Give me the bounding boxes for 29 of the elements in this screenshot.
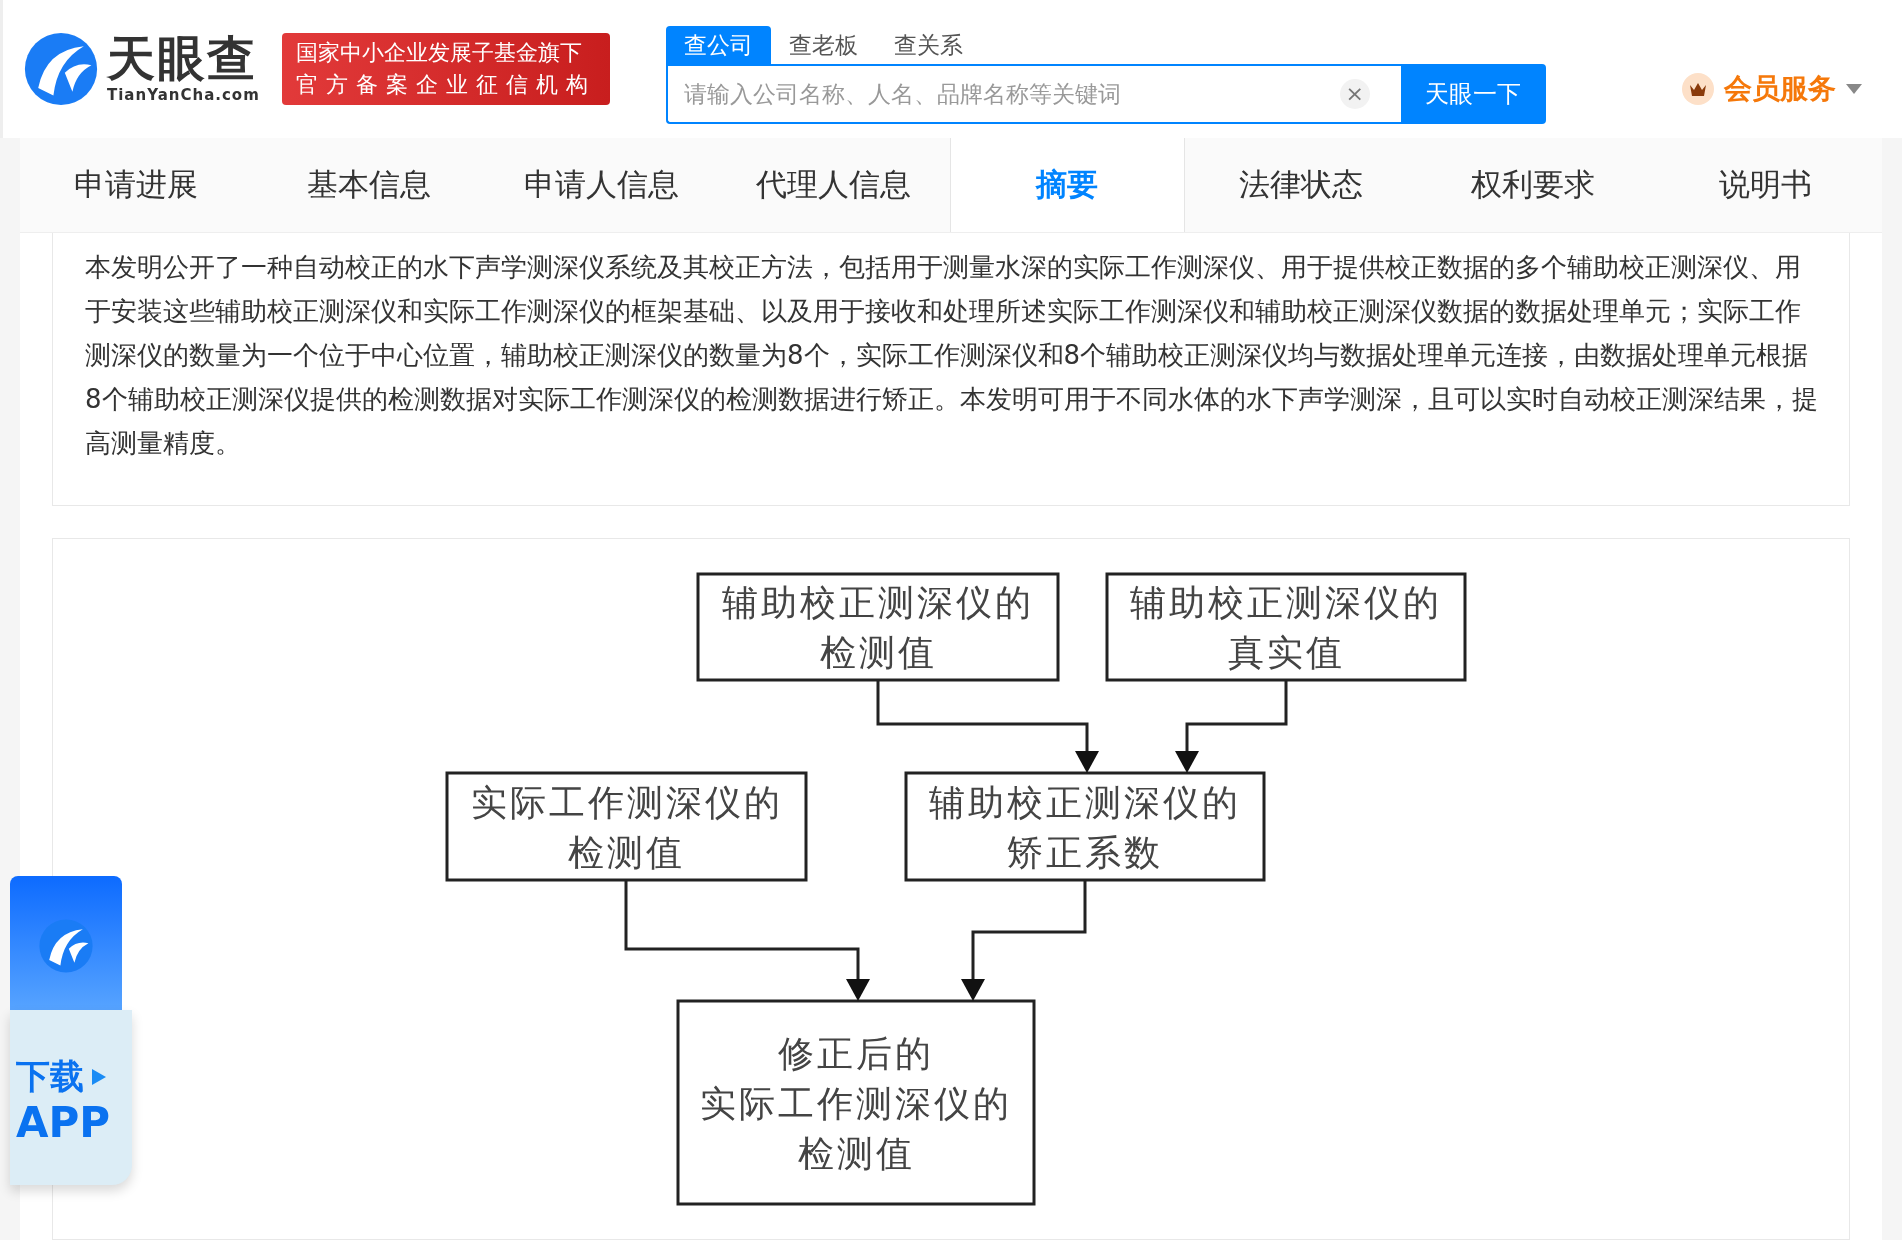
logo-text: 天眼查 xyxy=(107,34,258,82)
crown-icon xyxy=(1682,73,1714,105)
flow-node: 辅助校正测深仪的 矫正系数 xyxy=(904,771,1266,882)
flow-node: 实际工作测深仪的 检测值 xyxy=(445,771,808,882)
badge: 国家中小企业发展子基金旗下 官方备案企业征信机构 xyxy=(281,33,610,105)
download-app-panel[interactable]: 下载 APP xyxy=(10,1010,132,1185)
nav-tab[interactable]: 法律状态 xyxy=(1184,138,1417,232)
search-tab[interactable]: 查老板 xyxy=(770,26,876,64)
abstract-text: 本发明公开了一种自动校正的水下声学测深仪系统及其校正方法，包括用于测量水深的实际工作测深仪、用于提供校正数据的多个辅助校正测深仪、用于安装这些辅助校正测深仪和实际工作测深仪的框架基础、以及用于接收和处理所述实际工作测深仪和辅助校正测深仪数据的数据处理单元；实际工作测深仪的数量为一个位于中心位置，辅助校正测深仪的数量为8个，实际工作测深仪和8个辅助校正测深仪均与数据处理单元连接，由数据处理单元根据8个辅助校正测深仪提供的检测数据对实际工作测深仪的检测数据进行矫正。本发明可用于不同水体的水下声学测深，且可以实时自动校正测深结果，提高测量精度。 xyxy=(85,251,1819,460)
search-button[interactable]: 天眼一下 xyxy=(1400,64,1546,124)
flow-node: 修正后的 实际工作测深仪的 检测值 xyxy=(676,999,1036,1206)
search-tab[interactable]: 查公司 xyxy=(665,26,771,64)
logo-domain: TianYanCha.com xyxy=(107,86,260,104)
app-label[interactable]: APP xyxy=(16,1100,132,1147)
nav-tab[interactable]: 权利要求 xyxy=(1417,138,1650,232)
nav-tab[interactable]: 基本信息 xyxy=(252,138,485,232)
app-logo-icon xyxy=(38,918,94,974)
flow-node: 辅助校正测深仪的 检测值 xyxy=(696,572,1060,682)
nav-tab[interactable]: 申请进展 xyxy=(20,138,253,232)
download-label[interactable]: 下载 xyxy=(16,1054,84,1100)
nav-tab[interactable]: 申请人信息 xyxy=(485,138,718,232)
nav-tab[interactable]: 摘要 xyxy=(950,138,1185,232)
nav-tab[interactable]: 代理人信息 xyxy=(717,138,950,232)
nav-tab[interactable]: 说明书 xyxy=(1649,138,1882,232)
logo-icon xyxy=(23,31,99,107)
flow-node: 辅助校正测深仪的 真实值 xyxy=(1105,572,1467,682)
dropdown-caret-icon[interactable] xyxy=(1846,84,1862,94)
play-icon xyxy=(92,1069,106,1085)
search-tab[interactable]: 查关系 xyxy=(875,26,981,64)
